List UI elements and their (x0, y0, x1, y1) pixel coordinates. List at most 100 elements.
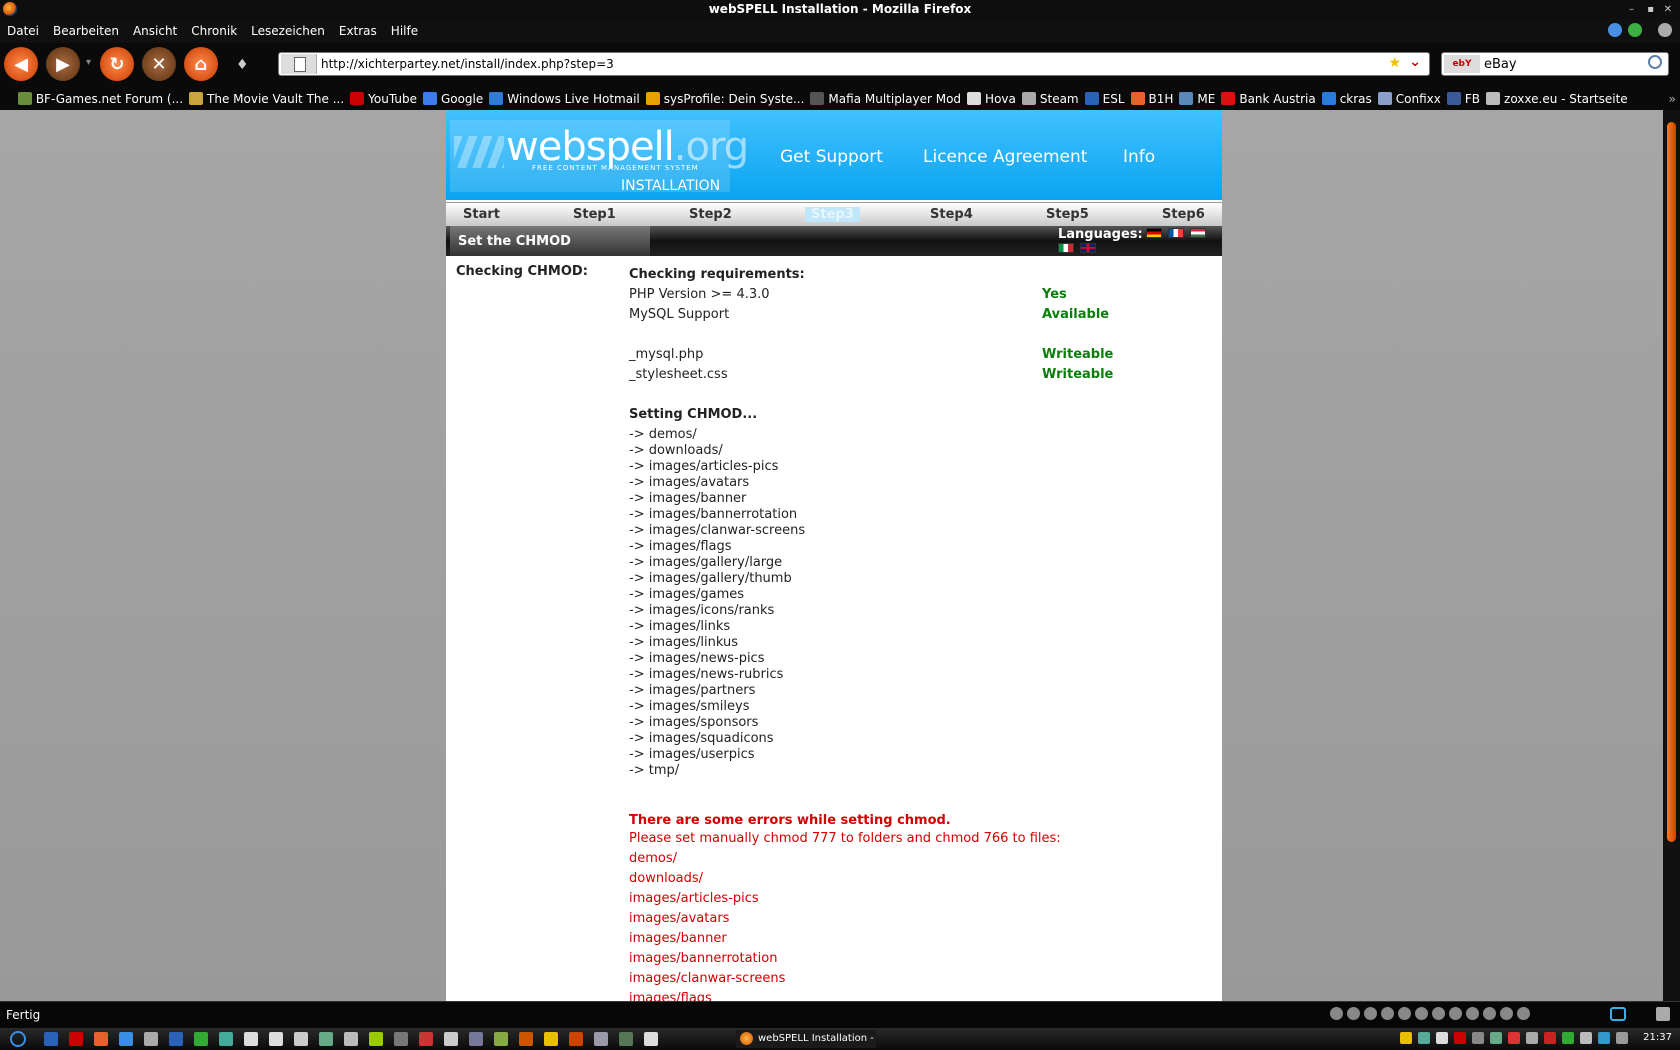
flag-french-icon[interactable] (1168, 228, 1184, 238)
search-engine-icon[interactable]: ebY (1444, 55, 1480, 73)
quick-launch-icon[interactable] (94, 1032, 108, 1046)
bookmark-item[interactable]: FB (1446, 88, 1480, 110)
flag-german-icon[interactable] (1146, 228, 1162, 238)
scrollbar-thumb[interactable] (1667, 122, 1676, 842)
quick-launch-icon[interactable] (69, 1032, 83, 1046)
back-button[interactable]: ◀ (4, 47, 38, 81)
quick-launch-icon[interactable] (394, 1032, 408, 1046)
search-icon[interactable] (1648, 55, 1662, 69)
bookmark-item[interactable]: The Movie Vault The ... (189, 88, 344, 110)
flag-hungarian-icon[interactable] (1190, 228, 1206, 238)
tray-icon-8[interactable] (1526, 1032, 1538, 1044)
tray-network-icon[interactable] (1598, 1032, 1610, 1044)
menu-lesezeichen[interactable]: Lesezeichen (244, 19, 332, 43)
step-1[interactable]: Step1 (573, 207, 616, 222)
bookmark-item[interactable]: ckras (1321, 88, 1372, 110)
quick-launch-icon[interactable] (344, 1032, 358, 1046)
menu-chronik[interactable]: Chronik (184, 19, 244, 43)
media-stop-icon[interactable] (1398, 1007, 1411, 1020)
status-addon-icon[interactable] (1656, 1007, 1670, 1021)
step-4[interactable]: Step4 (930, 207, 973, 222)
url-dropdown-icon[interactable]: ⌄ (1409, 54, 1421, 70)
minimize-icon[interactable]: – (1629, 0, 1634, 19)
menu-datei[interactable]: Datei (0, 19, 46, 43)
step-2[interactable]: Step2 (689, 207, 732, 222)
maximize-icon[interactable]: ▪ (1647, 0, 1654, 19)
media-prev-icon[interactable] (1347, 1007, 1360, 1020)
quick-launch-icon[interactable] (444, 1032, 458, 1046)
history-dropdown-icon[interactable]: ▾ (86, 57, 91, 68)
header-link-get-support[interactable]: Get Support (780, 147, 883, 167)
quick-launch-icon[interactable] (119, 1032, 133, 1046)
quick-launch-icon[interactable] (369, 1032, 383, 1046)
bookmark-item[interactable]: B1H (1130, 88, 1173, 110)
taskbar-firefox-task[interactable]: webSPELL Installation - ... (736, 1030, 876, 1048)
quick-launch-icon[interactable] (494, 1032, 508, 1046)
quick-launch-icon[interactable] (594, 1032, 608, 1046)
bookmark-item[interactable]: Bank Austria (1221, 88, 1316, 110)
quick-launch-icon[interactable] (219, 1032, 233, 1046)
bookmark-item[interactable]: YouTube (350, 88, 417, 110)
tray-icon-4[interactable] (1454, 1032, 1466, 1044)
tray-icon-10[interactable] (1562, 1032, 1574, 1044)
addon-down-icon[interactable] (1628, 23, 1643, 37)
forward-button[interactable]: ▶ (46, 47, 80, 81)
tray-icon-2[interactable] (1418, 1032, 1430, 1044)
menu-ansicht[interactable]: Ansicht (126, 19, 184, 43)
home-button[interactable]: ⌂ (184, 47, 218, 81)
step-5[interactable]: Step5 (1046, 207, 1089, 222)
bookmarks-overflow-icon[interactable]: » (1669, 88, 1676, 110)
step-6[interactable]: Step6 (1162, 207, 1205, 222)
close-icon[interactable]: ✕ (1664, 0, 1672, 19)
tray-icon-1[interactable] (1400, 1032, 1412, 1044)
start-button-icon[interactable] (10, 1031, 26, 1047)
bookmark-item[interactable]: ME (1179, 88, 1215, 110)
addon-icon[interactable]: ♦ (236, 57, 249, 73)
addon-globe-icon[interactable] (1658, 23, 1672, 37)
flag-english-icon[interactable] (1080, 243, 1096, 253)
quick-launch-icon[interactable] (644, 1032, 658, 1046)
media-note-icon[interactable] (1330, 1007, 1343, 1020)
media-volume-icon[interactable] (1517, 1007, 1530, 1020)
bookmark-item[interactable]: sysProfile: Dein Syste... (645, 88, 804, 110)
bookmark-item[interactable]: Windows Live Hotmail (489, 88, 640, 110)
bookmark-item[interactable]: zoxxe.eu - Startseite (1486, 88, 1628, 110)
tray-icon-9[interactable] (1544, 1032, 1556, 1044)
quick-launch-icon[interactable] (244, 1032, 258, 1046)
bookmark-item[interactable]: Google (422, 88, 483, 110)
quick-launch-icon[interactable] (319, 1032, 333, 1046)
bookmark-item[interactable]: Mafia Multiplayer Mod (810, 88, 961, 110)
search-input[interactable] (1484, 55, 1634, 73)
stop-button[interactable]: ✕ (142, 47, 176, 81)
reload-button[interactable]: ↻ (100, 47, 134, 81)
media-up-icon[interactable] (1483, 1007, 1496, 1020)
quick-launch-icon[interactable] (194, 1032, 208, 1046)
bookmark-item[interactable]: Hova (967, 88, 1016, 110)
media-down-icon[interactable] (1500, 1007, 1513, 1020)
quick-launch-icon[interactable] (294, 1032, 308, 1046)
media-pause-icon[interactable] (1381, 1007, 1394, 1020)
bookmark-star-icon[interactable]: ★ (1388, 55, 1401, 71)
quick-launch-icon[interactable] (569, 1032, 583, 1046)
flag-italian-icon[interactable] (1058, 243, 1074, 253)
firefox-icon[interactable] (3, 2, 17, 16)
tray-icon-13[interactable] (1616, 1032, 1628, 1044)
menu-hilfe[interactable]: Hilfe (384, 19, 425, 43)
search-box[interactable]: ebY (1441, 52, 1669, 76)
bookmark-item[interactable]: BF-Games.net Forum (... (17, 88, 183, 110)
media-eject-icon[interactable] (1466, 1007, 1479, 1020)
media-shuffle-icon[interactable] (1432, 1007, 1445, 1020)
tray-icon-3[interactable] (1436, 1032, 1448, 1044)
tray-volume-icon[interactable] (1580, 1032, 1592, 1044)
addon-up-icon[interactable] (1608, 23, 1623, 37)
tray-icon-6[interactable] (1490, 1032, 1502, 1044)
quick-launch-icon[interactable] (619, 1032, 633, 1046)
url-bar[interactable]: ★ ⌄ (278, 52, 1430, 76)
menu-bearbeiten[interactable]: Bearbeiten (46, 19, 126, 43)
step-start[interactable]: Start (463, 207, 500, 222)
quick-launch-icon[interactable] (44, 1032, 58, 1046)
vertical-scrollbar[interactable] (1663, 110, 1680, 1001)
quick-launch-icon[interactable] (144, 1032, 158, 1046)
tray-icon-5[interactable] (1472, 1032, 1484, 1044)
quick-launch-icon[interactable] (519, 1032, 533, 1046)
